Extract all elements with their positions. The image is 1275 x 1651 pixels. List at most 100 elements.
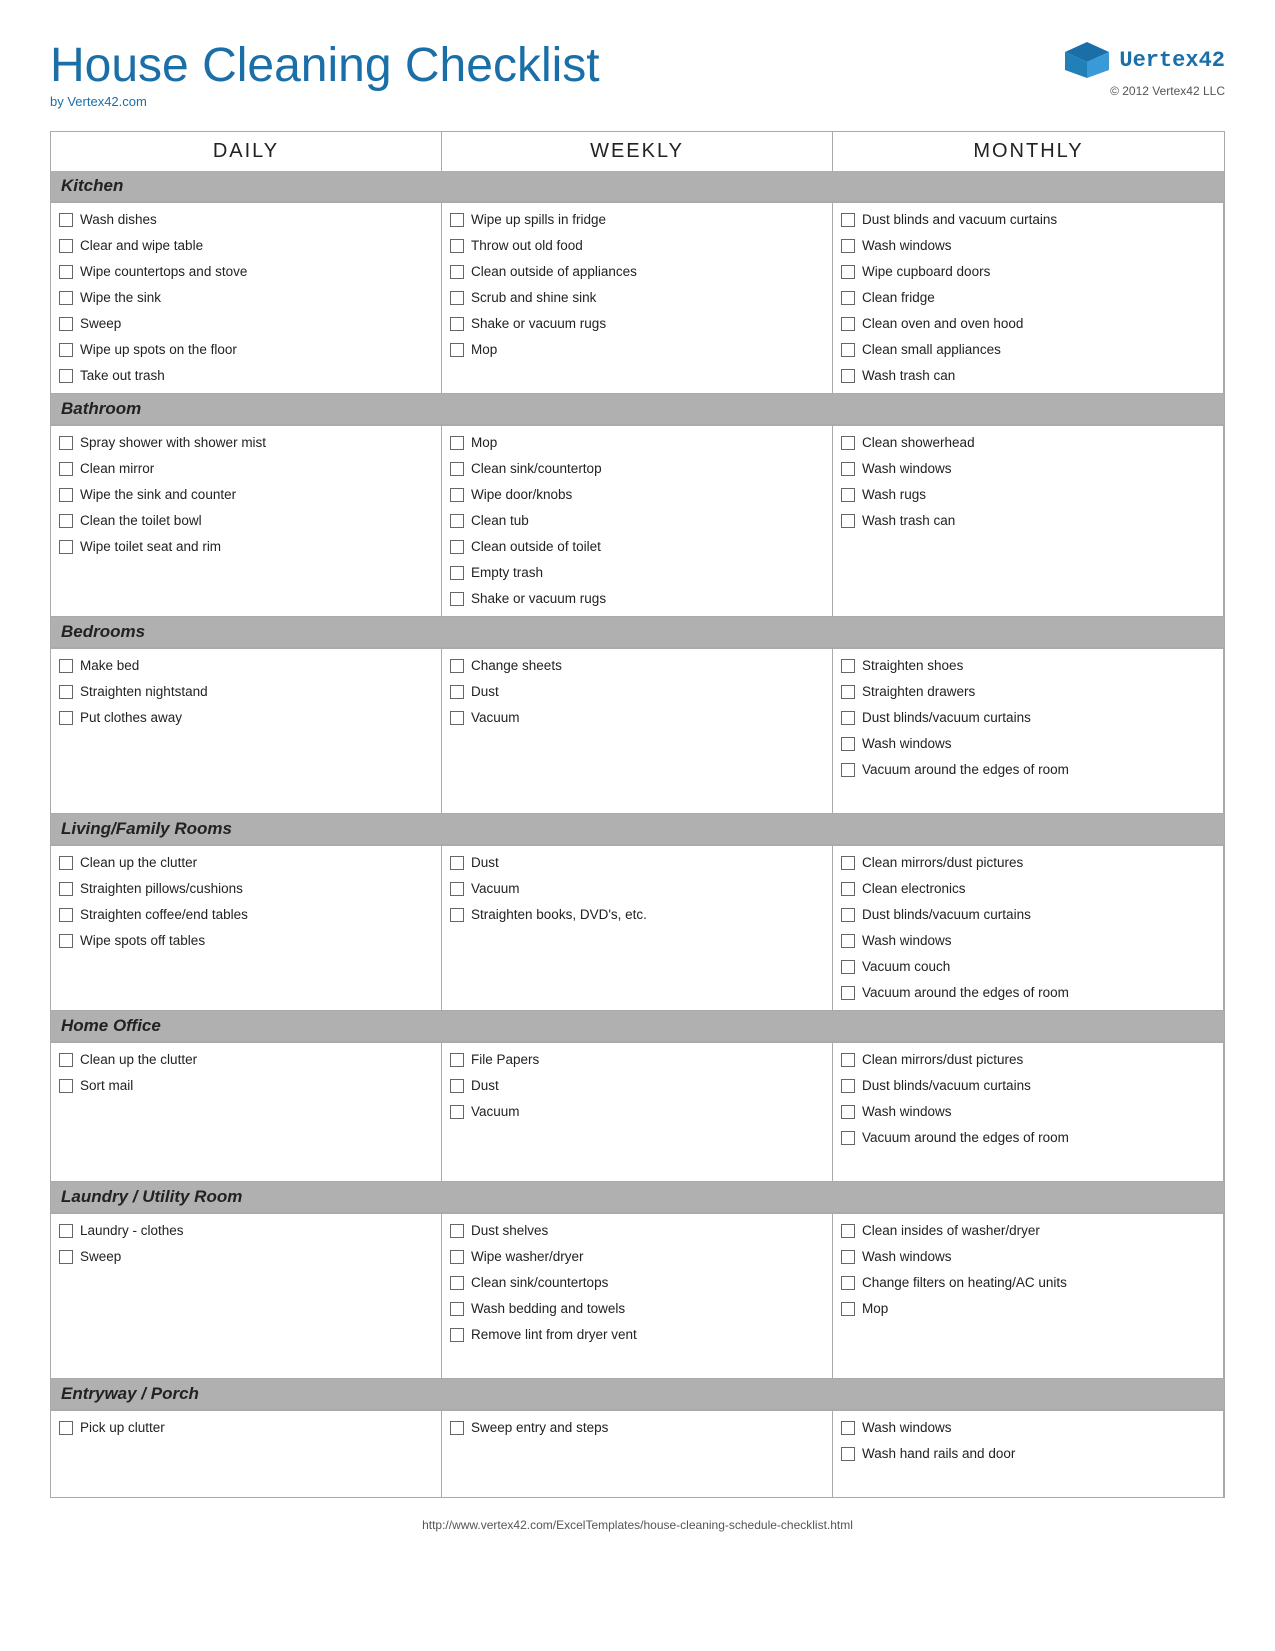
checkbox[interactable] bbox=[450, 711, 464, 725]
checkbox[interactable] bbox=[841, 1224, 855, 1238]
checkbox[interactable] bbox=[59, 1421, 73, 1435]
checkbox[interactable] bbox=[59, 265, 73, 279]
checkbox[interactable] bbox=[450, 317, 464, 331]
checkbox[interactable] bbox=[450, 1328, 464, 1342]
checkbox[interactable] bbox=[450, 1302, 464, 1316]
checkbox[interactable] bbox=[841, 213, 855, 227]
item-label: Change sheets bbox=[471, 658, 562, 673]
list-item: Vacuum around the edges of room bbox=[841, 1125, 1215, 1151]
checkbox[interactable] bbox=[841, 514, 855, 528]
checkbox[interactable] bbox=[841, 317, 855, 331]
list-item: Dust bbox=[450, 679, 824, 705]
checkbox[interactable] bbox=[841, 960, 855, 974]
checkbox[interactable] bbox=[59, 514, 73, 528]
item-label: Dust bbox=[471, 855, 499, 870]
checkbox[interactable] bbox=[450, 1105, 464, 1119]
checkbox[interactable] bbox=[841, 763, 855, 777]
checkbox[interactable] bbox=[59, 1224, 73, 1238]
checkbox[interactable] bbox=[841, 986, 855, 1000]
checkbox[interactable] bbox=[450, 685, 464, 699]
checkbox[interactable] bbox=[450, 1276, 464, 1290]
list-item: Straighten drawers bbox=[841, 679, 1215, 705]
checkbox[interactable] bbox=[59, 908, 73, 922]
checkbox[interactable] bbox=[841, 462, 855, 476]
checkbox[interactable] bbox=[59, 934, 73, 948]
checkbox[interactable] bbox=[841, 659, 855, 673]
checkbox[interactable] bbox=[59, 1079, 73, 1093]
checkbox[interactable] bbox=[59, 369, 73, 383]
checkbox[interactable] bbox=[841, 1079, 855, 1093]
checkbox[interactable] bbox=[450, 291, 464, 305]
checkbox[interactable] bbox=[841, 436, 855, 450]
checkbox[interactable] bbox=[450, 1224, 464, 1238]
item-label: Wash dishes bbox=[80, 212, 157, 227]
checkbox[interactable] bbox=[450, 592, 464, 606]
checkbox[interactable] bbox=[841, 1131, 855, 1145]
list-item bbox=[450, 954, 824, 980]
byline-link[interactable]: by Vertex42.com bbox=[50, 94, 147, 109]
checkbox[interactable] bbox=[59, 239, 73, 253]
checkbox[interactable] bbox=[59, 317, 73, 331]
checkbox[interactable] bbox=[59, 488, 73, 502]
checkbox[interactable] bbox=[841, 685, 855, 699]
checkbox[interactable] bbox=[59, 291, 73, 305]
checkbox[interactable] bbox=[59, 856, 73, 870]
checkbox[interactable] bbox=[841, 711, 855, 725]
checkbox[interactable] bbox=[841, 265, 855, 279]
checkbox[interactable] bbox=[59, 343, 73, 357]
section-title-1: Bathroom bbox=[51, 394, 1224, 425]
list-item: Clean sink/countertops bbox=[450, 1270, 824, 1296]
item-label: Empty trash bbox=[471, 565, 543, 580]
checkbox[interactable] bbox=[841, 1250, 855, 1264]
checkbox[interactable] bbox=[450, 488, 464, 502]
checkbox[interactable] bbox=[59, 659, 73, 673]
checkbox[interactable] bbox=[59, 540, 73, 554]
checkbox[interactable] bbox=[841, 856, 855, 870]
checkbox[interactable] bbox=[841, 488, 855, 502]
checkbox[interactable] bbox=[841, 239, 855, 253]
checkbox[interactable] bbox=[450, 239, 464, 253]
checkbox[interactable] bbox=[59, 882, 73, 896]
checkbox[interactable] bbox=[59, 1053, 73, 1067]
checkbox[interactable] bbox=[841, 369, 855, 383]
checkbox[interactable] bbox=[450, 908, 464, 922]
checkbox[interactable] bbox=[450, 882, 464, 896]
checkbox[interactable] bbox=[450, 514, 464, 528]
checkbox[interactable] bbox=[450, 1421, 464, 1435]
checkbox[interactable] bbox=[450, 265, 464, 279]
checkbox[interactable] bbox=[450, 540, 464, 554]
checkbox[interactable] bbox=[450, 462, 464, 476]
checkbox[interactable] bbox=[450, 856, 464, 870]
checkbox[interactable] bbox=[841, 1447, 855, 1461]
item-label: Wipe the sink and counter bbox=[80, 487, 236, 502]
checkbox[interactable] bbox=[59, 213, 73, 227]
list-item: Laundry - clothes bbox=[59, 1218, 433, 1244]
checkbox[interactable] bbox=[841, 1276, 855, 1290]
item-label: Straighten nightstand bbox=[80, 684, 208, 699]
checkbox[interactable] bbox=[59, 685, 73, 699]
checkbox[interactable] bbox=[841, 737, 855, 751]
checkbox[interactable] bbox=[450, 343, 464, 357]
checkbox[interactable] bbox=[841, 1302, 855, 1316]
checkbox[interactable] bbox=[59, 1250, 73, 1264]
checkbox[interactable] bbox=[450, 436, 464, 450]
list-item bbox=[450, 1151, 824, 1177]
checkbox[interactable] bbox=[59, 436, 73, 450]
checkbox[interactable] bbox=[59, 462, 73, 476]
checkbox[interactable] bbox=[59, 711, 73, 725]
checkbox[interactable] bbox=[841, 934, 855, 948]
checkbox[interactable] bbox=[450, 1250, 464, 1264]
checkbox[interactable] bbox=[450, 213, 464, 227]
checkbox[interactable] bbox=[450, 659, 464, 673]
checkbox[interactable] bbox=[841, 882, 855, 896]
checkbox[interactable] bbox=[841, 1105, 855, 1119]
checkbox[interactable] bbox=[841, 291, 855, 305]
checkbox[interactable] bbox=[450, 1053, 464, 1067]
header-right: Uertex42 © 2012 Vertex42 LLC bbox=[1063, 40, 1225, 98]
checkbox[interactable] bbox=[841, 908, 855, 922]
checkbox[interactable] bbox=[450, 1079, 464, 1093]
checkbox[interactable] bbox=[841, 1421, 855, 1435]
checkbox[interactable] bbox=[841, 1053, 855, 1067]
checkbox[interactable] bbox=[841, 343, 855, 357]
checkbox[interactable] bbox=[450, 566, 464, 580]
